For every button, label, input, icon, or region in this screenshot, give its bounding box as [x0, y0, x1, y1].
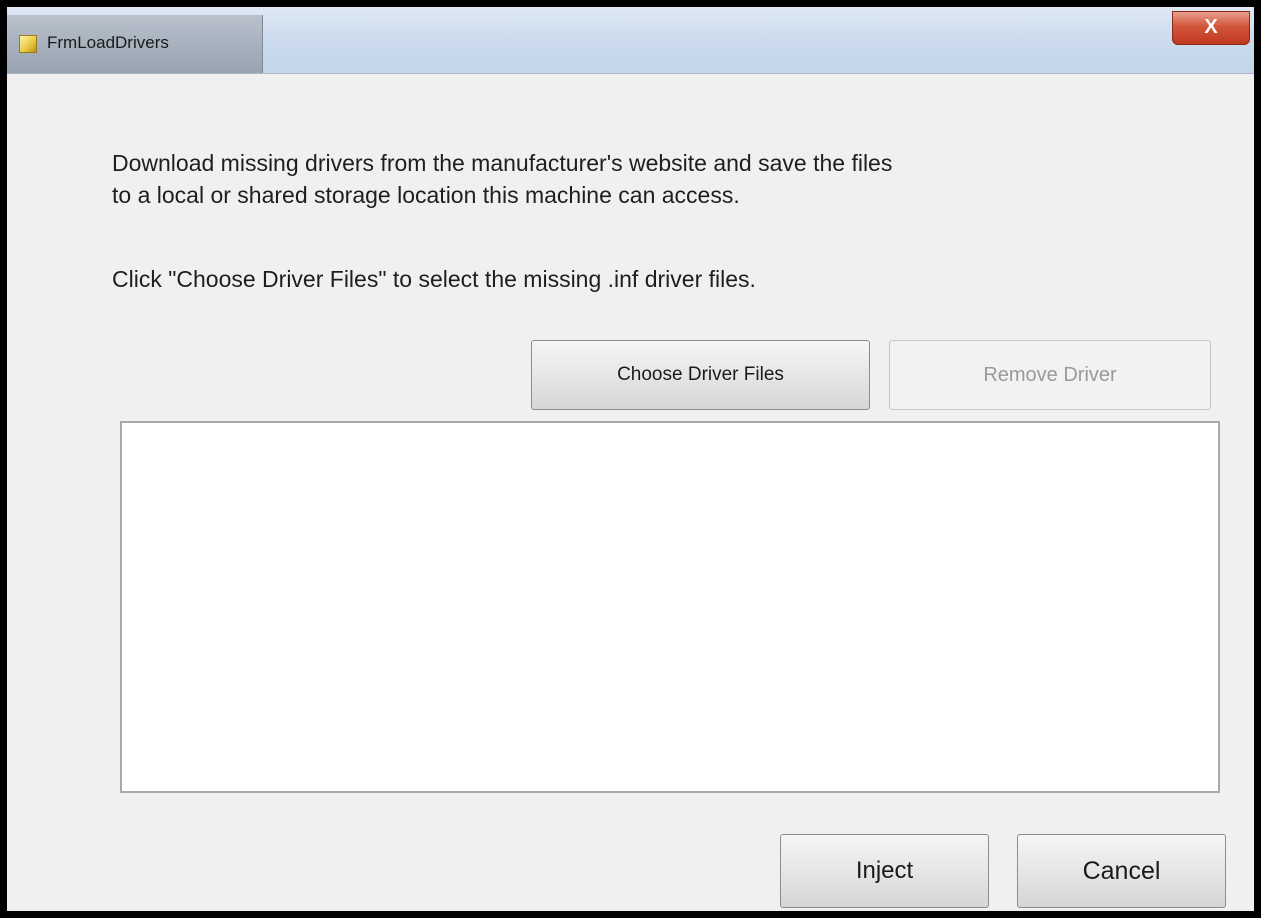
instruction-line-3: Click "Choose Driver Files" to select th… [112, 266, 756, 292]
remove-driver-button[interactable]: Remove Driver [889, 340, 1211, 410]
inject-button[interactable]: Inject [780, 834, 989, 908]
title-bar[interactable]: FrmLoadDrivers X [7, 7, 1254, 74]
instruction-line-1: Download missing drivers from the manufa… [112, 150, 893, 176]
cancel-button[interactable]: Cancel [1017, 834, 1226, 908]
dialog-window: FrmLoadDrivers X Download missing driver… [0, 0, 1261, 918]
app-icon [19, 35, 37, 53]
instruction-line-2: to a local or shared storage location th… [112, 182, 740, 208]
close-icon: X [1204, 16, 1218, 38]
title-tab: FrmLoadDrivers [7, 15, 263, 73]
close-button[interactable]: X [1172, 11, 1250, 45]
choose-driver-files-button[interactable]: Choose Driver Files [531, 340, 870, 410]
window-title: FrmLoadDrivers [47, 33, 169, 52]
driver-files-list[interactable] [120, 421, 1220, 793]
